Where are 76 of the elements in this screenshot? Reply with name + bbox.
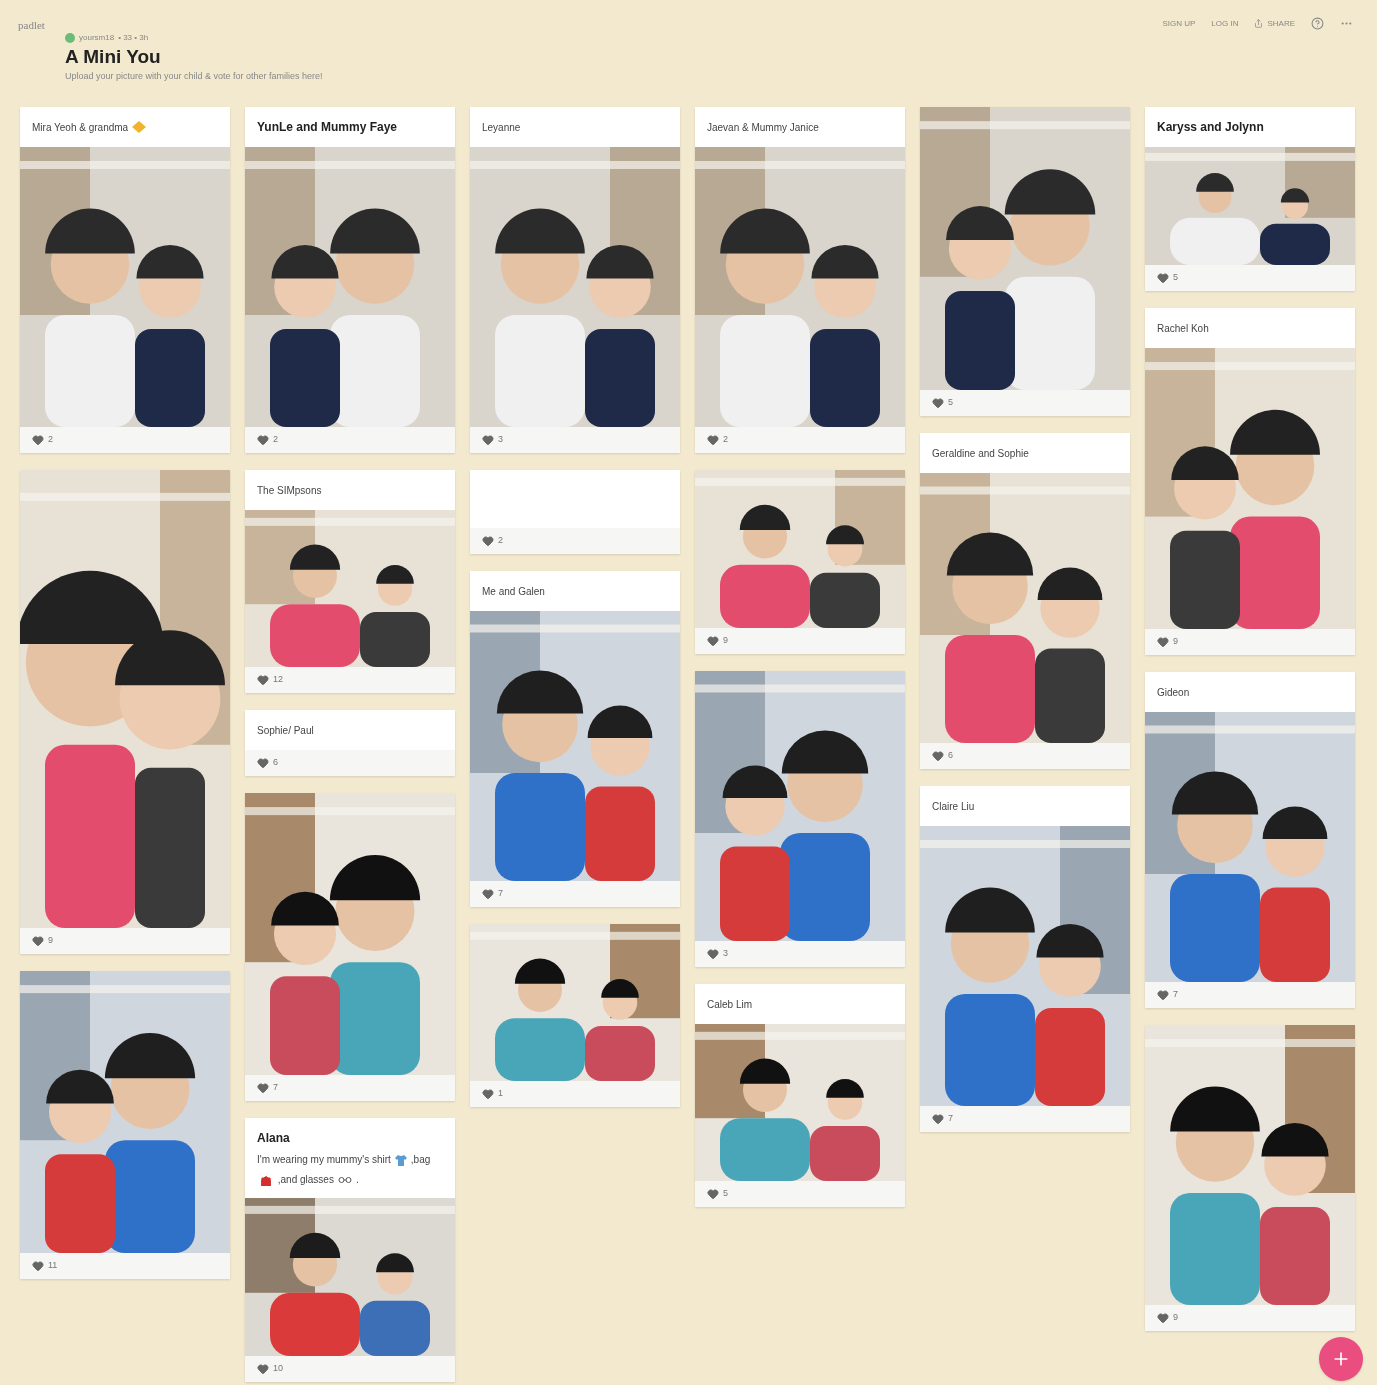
- post-title: Leyanne: [482, 120, 521, 135]
- like-count: 10: [273, 1362, 283, 1376]
- like-icon[interactable]: [482, 535, 494, 547]
- like-count: 2: [498, 534, 503, 548]
- like-count: 7: [1173, 988, 1178, 1002]
- like-icon[interactable]: [257, 434, 269, 446]
- post-meta: • 33 • 3h: [118, 31, 149, 44]
- brand-logo[interactable]: padlet: [18, 17, 45, 34]
- post-title: The SIMpsons: [257, 483, 322, 498]
- like-count: 11: [48, 1259, 58, 1273]
- like-count: 5: [723, 1187, 728, 1201]
- post-title: Mira Yeoh & grandma: [32, 120, 129, 135]
- like-icon[interactable]: [257, 1363, 269, 1375]
- like-icon[interactable]: [482, 434, 494, 446]
- share-link[interactable]: SHARE: [1254, 17, 1295, 30]
- nav-link[interactable]: SIGN UP: [1162, 17, 1196, 30]
- like-icon[interactable]: [32, 935, 44, 947]
- like-count: 7: [498, 887, 503, 901]
- like-icon[interactable]: [707, 948, 719, 960]
- like-count: 7: [273, 1081, 278, 1095]
- like-icon[interactable]: [1157, 989, 1169, 1001]
- like-count: 1: [498, 1087, 503, 1101]
- post-title: Karyss and Jolynn: [1157, 119, 1264, 136]
- like-icon[interactable]: [1157, 272, 1169, 284]
- add-post-button[interactable]: [1319, 1337, 1363, 1381]
- post-title: Caleb Lim: [707, 997, 753, 1012]
- like-icon[interactable]: [932, 397, 944, 409]
- post-title: Alana: [257, 1130, 290, 1147]
- like-count: 5: [1173, 271, 1178, 285]
- like-icon[interactable]: [1157, 1312, 1169, 1324]
- like-icon[interactable]: [707, 1188, 719, 1200]
- like-icon[interactable]: [707, 635, 719, 647]
- author-name: yoursm18: [79, 31, 115, 44]
- post-title: Claire Liu: [932, 799, 975, 814]
- board-title: A Mini You: [65, 44, 162, 69]
- like-count: 9: [1173, 635, 1178, 649]
- glasses-icon: [337, 1177, 352, 1184]
- like-icon[interactable]: [932, 750, 944, 762]
- like-count: 2: [723, 433, 728, 447]
- post-title: Rachel Koh: [1157, 321, 1209, 336]
- like-count: 7: [948, 1112, 953, 1126]
- share-icon: [1254, 19, 1264, 28]
- post-title: Jaevan & Mummy Janice: [707, 120, 819, 135]
- help-icon[interactable]: [1311, 17, 1324, 30]
- like-icon[interactable]: [482, 888, 494, 900]
- board-description: Upload your picture with your child & vote for other families here!: [65, 69, 324, 83]
- like-icon[interactable]: [1157, 636, 1169, 648]
- like-icon[interactable]: [482, 1088, 494, 1100]
- like-count: 2: [273, 433, 278, 447]
- post-title: Gideon: [1157, 685, 1190, 700]
- like-count: 2: [48, 433, 53, 447]
- post-text: I'm wearing my mummy's shirt ,bag ,and glasses .: [256, 1153, 432, 1188]
- post-title: Sophie/ Paul: [257, 723, 314, 738]
- post-title: Geraldine and Sophie: [932, 446, 1029, 461]
- bag-icon: [261, 1174, 271, 1186]
- like-icon[interactable]: [707, 434, 719, 446]
- like-count: 9: [723, 634, 728, 648]
- like-count: 6: [273, 756, 278, 770]
- post-title: Me and Galen: [482, 584, 545, 599]
- nav-link[interactable]: LOG IN: [1211, 17, 1239, 30]
- like-count: 3: [723, 947, 728, 961]
- author-avatar: [65, 32, 75, 43]
- like-count: 3: [498, 433, 503, 447]
- like-icon[interactable]: [932, 1113, 944, 1125]
- like-count: 6: [948, 749, 953, 763]
- post-title: YunLe and Mummy Faye: [257, 119, 398, 136]
- like-count: 9: [48, 934, 53, 948]
- like-icon[interactable]: [32, 1260, 44, 1272]
- like-count: 5: [948, 396, 953, 410]
- like-count: 9: [1173, 1311, 1178, 1325]
- shirt-icon: [394, 1154, 407, 1166]
- like-icon[interactable]: [257, 757, 269, 769]
- like-count: 12: [273, 673, 283, 687]
- like-icon[interactable]: [257, 1082, 269, 1094]
- like-icon[interactable]: [257, 674, 269, 686]
- like-icon[interactable]: [32, 434, 44, 446]
